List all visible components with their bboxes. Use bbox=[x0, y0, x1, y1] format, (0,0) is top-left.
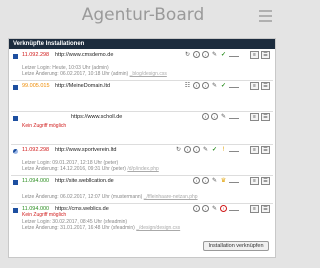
edit-icon[interactable]: ✎ bbox=[211, 177, 218, 184]
install-url[interactable]: http://www.sportverein.ltd bbox=[55, 147, 116, 153]
underline-divider bbox=[229, 182, 239, 183]
download-icon[interactable]: ↓ bbox=[202, 82, 209, 89]
install-url[interactable]: https://www.scholl.de bbox=[71, 114, 122, 120]
installation-row[interactable]: 11.092.298 http://www.sportverein.ltd ↻ … bbox=[11, 146, 273, 176]
settings-button[interactable]: ≡ bbox=[250, 205, 259, 213]
info-icon[interactable]: i bbox=[193, 205, 200, 212]
edit-icon[interactable]: ✎ bbox=[211, 205, 218, 212]
settings-button[interactable]: ≡ bbox=[250, 82, 259, 90]
list-button[interactable]: ☰ bbox=[261, 113, 270, 121]
last-change: Letze Änderung: 14.12.2016, 09:31 Uhr (p… bbox=[22, 166, 159, 172]
installation-row[interactable]: 11.094.000 https://cms.weblics.de i ↓ ✎ … bbox=[11, 205, 273, 235]
download-icon[interactable]: ↓ bbox=[202, 177, 209, 184]
edit-icon[interactable]: ✎ bbox=[211, 51, 218, 58]
list-button[interactable]: ☰ bbox=[261, 146, 270, 154]
check-icon[interactable]: ✓ bbox=[211, 146, 218, 153]
status-square-icon bbox=[13, 149, 18, 154]
last-change: Letze Änderung: 06.02.2017, 10:18 Uhr (a… bbox=[22, 71, 167, 77]
settings-button[interactable]: ≡ bbox=[250, 146, 259, 154]
status-square-icon bbox=[13, 116, 18, 121]
last-change: Letze Änderung: 06.02.2017, 12:07 Uhr (m… bbox=[22, 194, 198, 200]
install-number: 11.092.298 bbox=[22, 52, 50, 58]
change-link[interactable]: /d/p/index.php bbox=[127, 166, 158, 172]
install-url[interactable]: http://www.cmsdemo.de bbox=[55, 52, 113, 58]
settings-button[interactable]: ≡ bbox=[250, 51, 259, 59]
settings-button[interactable]: ≡ bbox=[250, 113, 259, 121]
status-square-icon bbox=[13, 54, 18, 59]
info-icon[interactable]: i bbox=[193, 51, 200, 58]
crown-icon[interactable]: ♛ bbox=[220, 177, 227, 184]
install-number: 99.005.015 bbox=[22, 83, 50, 89]
installation-row[interactable]: 11.094.000 http://site.webllcation.de i … bbox=[11, 177, 273, 204]
warning-icon[interactable]: ! bbox=[220, 146, 227, 153]
info-icon[interactable]: i bbox=[202, 113, 209, 120]
download-icon[interactable]: ↓ bbox=[202, 51, 209, 58]
settings-button[interactable]: ≡ bbox=[250, 177, 259, 185]
status-square-icon bbox=[13, 180, 18, 185]
install-number: 11.094.000 bbox=[22, 178, 50, 184]
error-message: Kein Zugriff möglich bbox=[22, 212, 67, 218]
underline-divider bbox=[229, 87, 239, 88]
edit-icon[interactable]: ✎ bbox=[202, 146, 209, 153]
error-message: Kein Zugriff möglich bbox=[22, 123, 67, 129]
underline-divider bbox=[229, 118, 239, 119]
change-link[interactable]: _blog/design.css bbox=[130, 71, 167, 77]
installation-row[interactable]: https://www.scholl.de i ↓ ✎ ≡ ☰ Kein Zug… bbox=[11, 113, 273, 145]
list-button[interactable]: ☰ bbox=[261, 205, 270, 213]
underline-divider bbox=[229, 210, 239, 211]
underline-divider bbox=[229, 56, 239, 57]
panel-title: Verknüpfte Installationen bbox=[9, 39, 275, 49]
check-icon[interactable]: ✓ bbox=[220, 82, 227, 89]
status-square-icon bbox=[13, 208, 18, 213]
app-header: Agentur-Board bbox=[0, 0, 286, 36]
download-icon[interactable]: ↓ bbox=[211, 113, 218, 120]
installation-row[interactable]: 11.092.298 http://www.cmsdemo.de ↻ i ↓ ✎… bbox=[11, 51, 273, 81]
refresh-icon[interactable]: ↻ bbox=[175, 146, 182, 153]
install-url[interactable]: http://site.webllcation.de bbox=[55, 178, 114, 184]
info-icon[interactable]: i bbox=[193, 177, 200, 184]
list-button[interactable]: ☰ bbox=[261, 82, 270, 90]
download-icon[interactable]: ↓ bbox=[202, 205, 209, 212]
download-icon[interactable]: ↓ bbox=[193, 146, 200, 153]
info-icon[interactable]: i bbox=[184, 146, 191, 153]
check-icon[interactable]: ✓ bbox=[220, 51, 227, 58]
underline-divider bbox=[229, 151, 239, 152]
last-change: Letze Änderung: 31.01.2017, 16:48 Uhr (s… bbox=[22, 225, 181, 231]
stop-icon[interactable]: ! bbox=[220, 205, 227, 212]
edit-icon[interactable]: ✎ bbox=[220, 113, 227, 120]
list-button[interactable]: ☰ bbox=[261, 177, 270, 185]
installations-list: 11.092.298 http://www.cmsdemo.de ↻ i ↓ ✎… bbox=[9, 49, 275, 236]
change-link[interactable]: _/ffleinhaare-netzan.php bbox=[144, 194, 198, 200]
status-square-icon bbox=[13, 85, 18, 90]
installations-panel: Verknüpfte Installationen 11.092.298 htt… bbox=[8, 38, 276, 258]
install-number: 11.092.298 bbox=[22, 147, 50, 153]
change-link[interactable]: _/design/design.css bbox=[136, 225, 180, 231]
info-icon[interactable]: i bbox=[193, 82, 200, 89]
edit-icon[interactable]: ✎ bbox=[211, 82, 218, 89]
refresh-icon[interactable]: ↻ bbox=[184, 51, 191, 58]
hamburger-menu-icon[interactable] bbox=[259, 10, 272, 22]
sitemap-icon[interactable]: ☷ bbox=[184, 82, 191, 89]
link-installation-button[interactable]: Installation verknüpfen bbox=[203, 241, 269, 251]
installation-row[interactable]: 99.005.015 http://MeineDomain.ltd ☷ i ↓ … bbox=[11, 82, 273, 112]
app-title: Agentur-Board bbox=[81, 5, 205, 25]
install-url[interactable]: http://MeineDomain.ltd bbox=[55, 83, 110, 89]
list-button[interactable]: ☰ bbox=[261, 51, 270, 59]
